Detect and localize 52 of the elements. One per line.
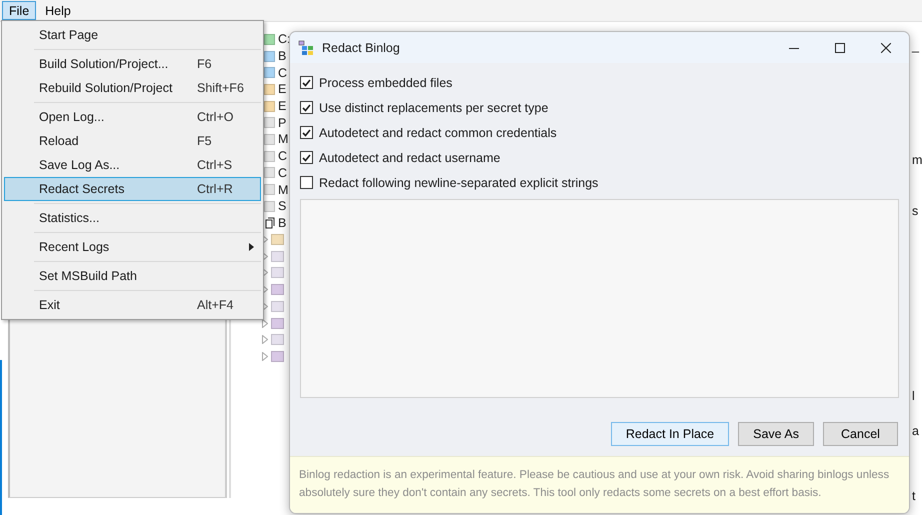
menu-item[interactable]: Open Log... Ctrl+O — [4, 105, 261, 129]
checkbox-label[interactable]: Redact following newline-separated explicit strings — [319, 176, 598, 190]
node-label[interactable]: C: — [278, 32, 290, 46]
document-icon — [264, 216, 275, 229]
close-icon — [881, 42, 891, 52]
window-title: Redact Binlog — [322, 40, 401, 54]
node-label[interactable]: C — [278, 149, 288, 164]
cell-text: _ — [912, 39, 919, 53]
checkbox[interactable] — [300, 101, 313, 114]
menu-item[interactable]: Recent Logs — [4, 235, 261, 259]
menu-title[interactable]: Help — [38, 1, 78, 20]
checkbox-label[interactable]: Process embedded files — [319, 76, 452, 90]
node-label[interactable]: B — [278, 216, 286, 230]
menu-title[interactable]: File — [2, 1, 36, 20]
node-label[interactable]: S — [278, 199, 286, 214]
checkbox[interactable] — [300, 151, 313, 164]
submenu-arrow-icon — [249, 243, 254, 251]
app-icon — [298, 40, 314, 56]
strings-input-field[interactable] — [300, 199, 899, 398]
cell-text: a — [912, 424, 919, 438]
menu-item[interactable]: Rebuild Solution/Project Shift+F6 — [4, 76, 261, 100]
dialog-button[interactable]: Cancel — [823, 422, 898, 446]
checkbox-label[interactable]: Use distinct replacements per secret type — [319, 100, 548, 114]
checkbox[interactable] — [300, 176, 313, 189]
cell-text: t — [912, 489, 916, 503]
warning-notice: Binlog redaction is an experimental feature. Please be cautious and use at your own risk. Avoid sharing binlogs unless absolutely sure they don't contain any secrets. This tool only redacts some secrets on a best effort basis. — [290, 456, 909, 513]
menu-item[interactable]: Start Page — [4, 23, 261, 47]
node-label[interactable]: M — [278, 132, 288, 146]
checkbox[interactable] — [300, 76, 313, 89]
cell-text: s — [912, 204, 918, 218]
menu-item[interactable]: Redact Secrets Ctrl+R — [4, 177, 261, 201]
menu-item[interactable]: Set MSBuild Path — [4, 264, 261, 288]
menu-item[interactable]: Reload F5 — [4, 129, 261, 153]
node-label[interactable]: C — [278, 66, 288, 80]
maximize-icon — [835, 42, 845, 52]
node-label[interactable]: E — [278, 82, 286, 96]
node-label[interactable]: B — [278, 49, 286, 64]
checkbox-label[interactable]: Autodetect and redact username — [319, 150, 500, 164]
dialog-button[interactable]: Save As — [738, 422, 814, 446]
menu-item[interactable]: Save Log As... Ctrl+S — [4, 153, 261, 177]
cell-text: m — [912, 153, 922, 167]
menu-item[interactable]: Exit Alt+F4 — [4, 293, 261, 317]
checkbox-label[interactable]: Autodetect and redact common credentials — [319, 126, 557, 140]
node-label[interactable]: P — [278, 116, 286, 130]
menu-item[interactable]: Statistics... — [4, 206, 261, 230]
node-label[interactable]: C — [278, 166, 288, 180]
dialog-button[interactable]: Redact In Place — [610, 422, 730, 446]
checkbox[interactable] — [300, 126, 313, 139]
menu-item[interactable]: Build Solution/Project... F6 — [4, 52, 261, 76]
node-label[interactable]: E — [278, 99, 286, 114]
cell-text: l — [912, 389, 915, 403]
node-label[interactable]: M — [278, 182, 288, 197]
